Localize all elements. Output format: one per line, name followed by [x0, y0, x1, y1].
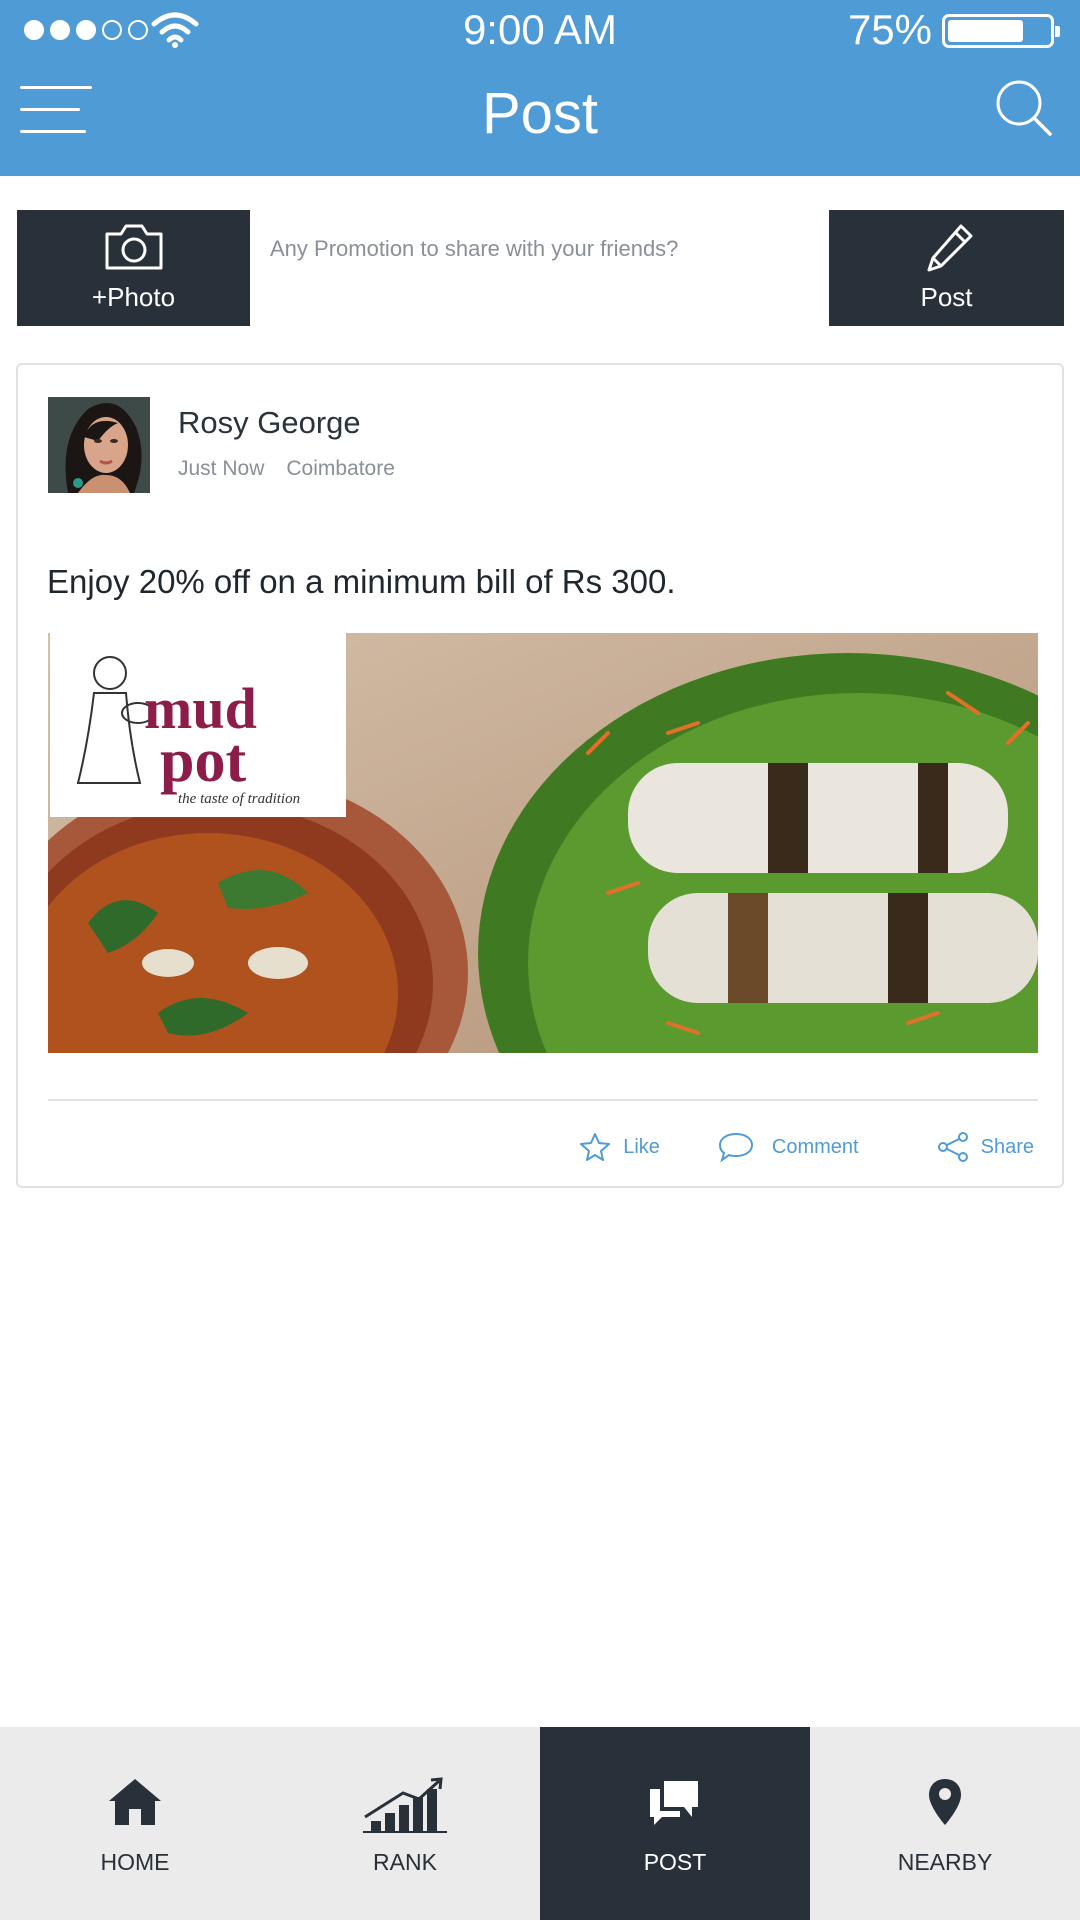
- nav-label-rank: RANK: [373, 1849, 437, 1875]
- nav-tab-post[interactable]: POST: [540, 1727, 810, 1920]
- nav-label-home: HOME: [100, 1849, 170, 1875]
- add-photo-label: +Photo: [91, 282, 176, 312]
- svg-text:the taste of tradition: the taste of tradition: [178, 791, 300, 807]
- status-bar: 9:00 AM 75%: [0, 0, 1080, 62]
- card-divider: [48, 1099, 1038, 1101]
- post-image[interactable]: mud pot the taste of tradition: [48, 633, 1038, 1053]
- comment-label: Comment: [771, 1135, 859, 1158]
- comment-bubble-icon: [718, 1132, 753, 1163]
- search-icon[interactable]: [994, 78, 1054, 138]
- rank-chart-icon: [363, 1777, 447, 1833]
- star-icon: [580, 1133, 611, 1161]
- submit-post-label: Post: [920, 282, 973, 312]
- post-actions: Like Comment Share: [579, 1131, 1034, 1163]
- post-location[interactable]: Coimbatore: [286, 457, 395, 481]
- like-button[interactable]: Like: [579, 1132, 660, 1162]
- like-label: Like: [623, 1135, 660, 1158]
- pencil-icon: [927, 224, 973, 272]
- post-author-name[interactable]: Rosy George: [178, 405, 361, 441]
- bottom-navigation: HOME RANK POST NEARBY: [0, 1727, 1080, 1920]
- nav-tab-nearby[interactable]: NEARBY: [810, 1727, 1080, 1920]
- post-composer: +Photo Any Promotion to share with your …: [17, 210, 1064, 326]
- nav-tab-home[interactable]: HOME: [0, 1727, 270, 1920]
- nav-label-post: POST: [643, 1849, 707, 1875]
- post-meta: Just Now Coimbatore: [178, 457, 395, 481]
- composer-prompt[interactable]: Any Promotion to share with your friends…: [270, 236, 678, 262]
- battery-percent: 75%: [847, 6, 932, 53]
- avatar[interactable]: [48, 397, 150, 493]
- map-pin-icon: [929, 1779, 961, 1825]
- page-title: Post: [481, 81, 599, 146]
- battery-icon: [942, 14, 1060, 48]
- share-button[interactable]: Share: [937, 1132, 1034, 1162]
- camera-icon: [105, 224, 163, 270]
- post-card: Rosy George Just Now Coimbatore Enjoy 20…: [16, 363, 1064, 1188]
- share-icon: [937, 1132, 968, 1162]
- post-time: Just Now: [178, 457, 265, 480]
- app-header: 9:00 AM 75% Post: [0, 0, 1080, 176]
- svg-text:pot: pot: [160, 727, 246, 795]
- nav-tab-rank[interactable]: RANK: [270, 1727, 540, 1920]
- chat-bubbles-icon: [650, 1781, 698, 1825]
- nav-label-nearby: NEARBY: [897, 1849, 993, 1875]
- submit-post-button[interactable]: Post: [829, 210, 1064, 326]
- post-text: Enjoy 20% off on a minimum bill of Rs 30…: [47, 563, 676, 600]
- share-label: Share: [980, 1135, 1034, 1158]
- home-icon: [109, 1779, 161, 1825]
- comment-button[interactable]: Comment: [718, 1131, 859, 1163]
- add-photo-button[interactable]: +Photo: [17, 210, 250, 326]
